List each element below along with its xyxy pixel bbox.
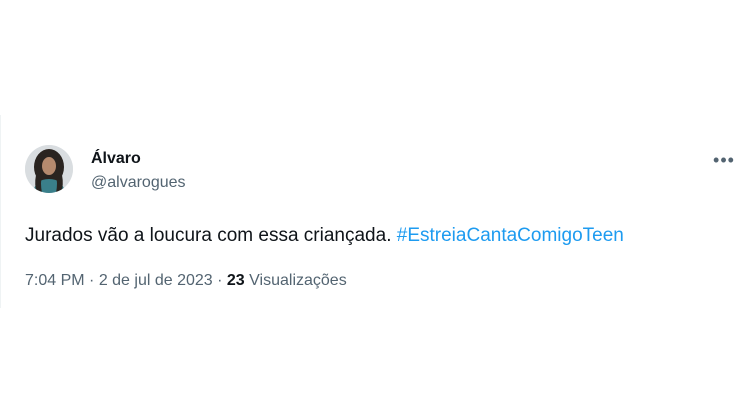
tweet-body: Jurados vão a loucura com essa criançada… (25, 225, 397, 246)
tweet-text: Jurados vão a loucura com essa criançada… (25, 224, 624, 248)
tweet-card[interactable]: Álvaro @alvarogues ••• Jurados vão a lou… (0, 115, 747, 308)
author-name[interactable]: Álvaro (91, 149, 141, 169)
views-label[interactable]: Visualizações (245, 272, 347, 289)
meta-separator: · (84, 272, 99, 289)
meta-separator: · (212, 272, 227, 289)
avatar[interactable] (25, 145, 73, 193)
avatar-image (25, 145, 73, 193)
author-handle[interactable]: @alvarogues (91, 173, 186, 193)
views-count[interactable]: 23 (227, 272, 245, 289)
tweet-date[interactable]: 2 de jul de 2023 (99, 272, 213, 289)
more-options-button[interactable]: ••• (707, 145, 741, 175)
tweet-meta: 7:04 PM · 2 de jul de 2023 · 23 Visualiz… (25, 271, 347, 291)
hashtag-link[interactable]: #EstreiaCantaComigoTeen (397, 225, 624, 246)
more-horizontal-icon: ••• (713, 150, 735, 170)
tweet-time[interactable]: 7:04 PM (25, 272, 85, 289)
